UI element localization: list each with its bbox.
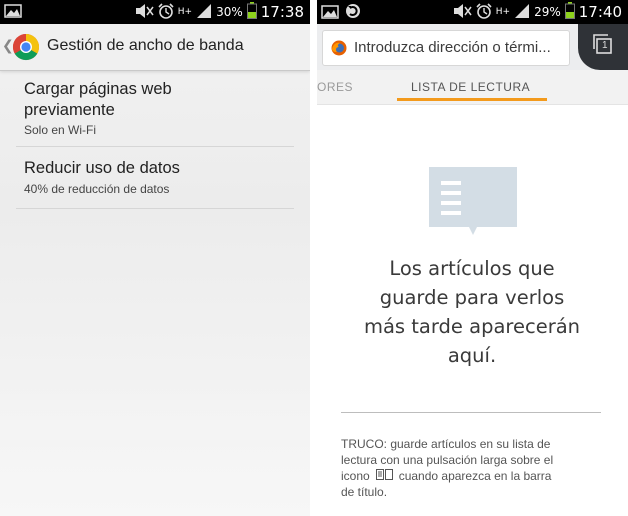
tab-count: 1 — [602, 40, 608, 51]
setting-summary: 40% de reducción de datos — [24, 182, 170, 196]
status-bar: H+ 29% 17:40 — [317, 0, 628, 24]
status-time: 17:40 — [578, 3, 622, 21]
tip-line-with-icon: icono cuando aparezca en la barra — [341, 468, 619, 484]
picture-icon — [4, 3, 22, 22]
mute-icon — [134, 3, 154, 22]
network-type: H+ — [177, 6, 193, 17]
setting-summary: Solo en Wi-Fi — [24, 123, 97, 137]
mute-icon — [452, 3, 472, 22]
setting-title-continued: previamente — [24, 101, 115, 119]
separator — [341, 412, 601, 413]
tip-text-fragment: icono — [341, 469, 370, 483]
tip-line: de título. — [341, 485, 388, 499]
panel-tabs: ORES LISTA DE LECTURA — [317, 70, 628, 105]
tip-text: TRUCO: guarde artículos en su lista de l… — [341, 436, 619, 500]
tip-line: lectura con una pulsación larga sobre el — [341, 453, 554, 467]
chrome-logo-icon[interactable] — [12, 33, 40, 61]
address-input[interactable]: Introduzca dirección o térmi... — [322, 30, 570, 66]
active-tab-indicator — [397, 98, 547, 101]
chrome-settings-screen: H+ 30% 17:38 ❮ Gestión de ancho de banda — [0, 0, 310, 516]
alarm-icon — [476, 2, 492, 22]
battery-icon — [246, 2, 257, 22]
address-placeholder: Introduzca dirección o térmi... — [354, 39, 551, 56]
battery-percent: 29% — [534, 5, 561, 19]
empty-line: Los artículos que — [389, 257, 555, 280]
tab-previous[interactable]: ORES — [317, 80, 353, 94]
picture-icon — [321, 4, 339, 23]
status-time: 17:38 — [260, 3, 304, 21]
empty-line: aquí. — [447, 344, 497, 367]
firefox-reading-list-screen: H+ 29% 17:40 Introduzca dirección o térm… — [317, 0, 628, 516]
setting-title: Reducir uso de datos — [24, 159, 180, 177]
action-bar: ❮ Gestión de ancho de banda — [0, 24, 310, 71]
tip-text-fragment: cuando aparezca en la barra — [398, 469, 552, 483]
inline-book-icon — [375, 469, 393, 481]
sync-icon — [345, 3, 361, 23]
signal-icon — [196, 3, 212, 22]
tab-reading-list[interactable]: LISTA DE LECTURA — [411, 80, 530, 94]
tip-line: TRUCO: guarde artículos en su lista de — [341, 437, 551, 451]
battery-icon — [564, 2, 575, 22]
empty-line: más tarde aparecerán — [363, 315, 581, 338]
battery-percent: 30% — [216, 5, 243, 19]
setting-preload-pages[interactable]: Cargar páginas web previamente Solo en W… — [16, 70, 294, 147]
signal-icon — [514, 3, 530, 22]
setting-title: Cargar páginas web — [24, 80, 172, 98]
panel-divider — [310, 0, 317, 516]
empty-state-message: Los artículos que guarde para verlos más… — [347, 254, 597, 370]
firefox-logo-icon — [331, 40, 347, 56]
alarm-icon — [158, 2, 174, 22]
url-bar: Introduzca dirección o térmi... 1 — [317, 24, 628, 70]
empty-line: guarde para verlos — [379, 286, 565, 309]
network-type: H+ — [495, 6, 511, 17]
tabs-button[interactable]: 1 — [578, 24, 628, 70]
setting-reduce-data[interactable]: Reducir uso de datos 40% de reducción de… — [16, 146, 294, 209]
page-title: Gestión de ancho de banda — [47, 37, 244, 54]
reading-list-book-icon — [427, 165, 519, 237]
status-bar: H+ 30% 17:38 — [0, 0, 310, 24]
